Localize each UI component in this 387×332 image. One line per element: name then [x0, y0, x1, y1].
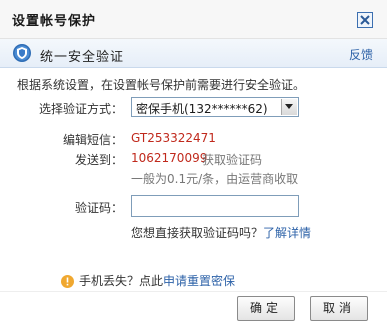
dropdown-arrow-button[interactable] — [281, 99, 297, 115]
edit-sms-label: 编辑短信： — [63, 133, 124, 147]
fee-note: 一般为0.1元/条，由运营商收取 — [131, 172, 299, 186]
help-line: 您想直接获取验证码吗？了解详情 — [131, 224, 311, 241]
confirm-button[interactable]: 确定 — [237, 296, 295, 321]
security-dialog: 设置帐号保护 统一安全验证 反馈 根据系统设置，在设置帐号保护前需要进行安全验证… — [0, 0, 387, 332]
footer-divider — [0, 291, 387, 292]
description-text: 根据系统设置，在设置帐号保护前需要进行安全验证。 — [17, 78, 306, 92]
window-title: 设置帐号保护 — [12, 14, 97, 29]
help-text: 您想直接获取验证码吗？ — [131, 226, 264, 240]
send-to-label: 发送到： — [75, 153, 124, 167]
verify-method-value: 密保手机(132******62) — [136, 102, 268, 116]
send-to-number: 1062170099 — [131, 151, 208, 165]
close-button[interactable] — [357, 12, 373, 28]
verification-code-input[interactable] — [131, 195, 299, 217]
sms-content-value: GT253322471 — [131, 131, 216, 145]
chevron-down-icon — [285, 104, 293, 109]
lost-phone-tip: 手机丢失？点此申请重置密保 — [61, 272, 235, 289]
code-label: 验证码： — [75, 201, 124, 215]
learn-more-link[interactable]: 了解详情 — [263, 226, 311, 240]
feedback-link[interactable]: 反馈 — [349, 46, 373, 63]
verify-method-select[interactable]: 密保手机(132******62) — [131, 97, 299, 117]
close-icon — [360, 15, 370, 25]
warning-icon — [61, 275, 74, 288]
reset-security-link[interactable]: 申请重置密保 — [163, 274, 235, 288]
shield-icon — [13, 44, 31, 62]
method-label: 选择验证方式： — [39, 102, 124, 116]
title-bar: 设置帐号保护 — [0, 0, 387, 39]
cancel-button[interactable]: 取消 — [310, 296, 368, 321]
tip-text: 手机丢失？点此 — [79, 274, 164, 288]
send-to-suffix: 获取验证码 — [202, 153, 263, 167]
security-header-title: 统一安全验证 — [40, 50, 125, 65]
security-header: 统一安全验证 反馈 — [0, 39, 387, 68]
